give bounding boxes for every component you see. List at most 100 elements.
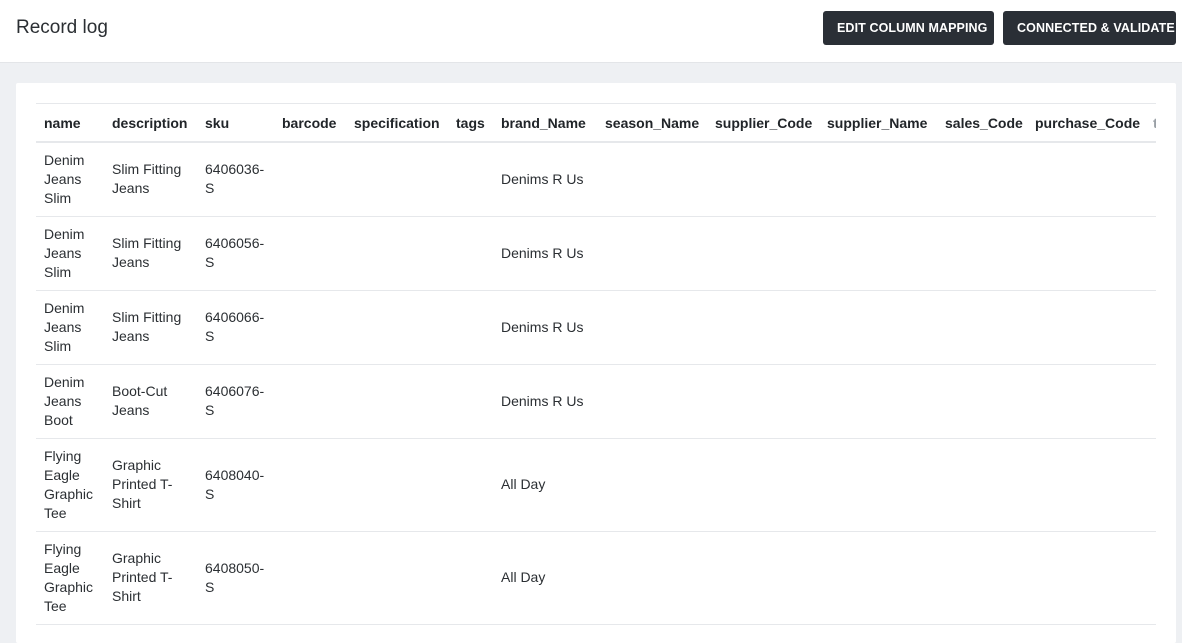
- cell-supplier-code: [707, 141, 819, 217]
- cell-supplier-name: [819, 438, 937, 532]
- column-header-description[interactable]: description: [104, 103, 197, 143]
- cell-tags: [448, 531, 493, 625]
- cell-purchase-code: [1027, 364, 1145, 439]
- cell-barcode: [274, 216, 346, 291]
- table-row[interactable]: Flying Eagle Graphic Tee Graphic Printed…: [36, 438, 1156, 532]
- cell-supplier-code: [707, 438, 819, 532]
- cell-sku: 6406036-S: [197, 141, 274, 217]
- cell-sku: 6408040-S: [197, 438, 274, 532]
- cell-truncated: [1145, 531, 1156, 625]
- column-header-barcode[interactable]: barcode: [274, 103, 346, 143]
- cell-barcode: [274, 438, 346, 532]
- record-table-scroll[interactable]: name description sku barcode specificati…: [36, 103, 1156, 643]
- cell-brand-name: Denims R Us: [493, 216, 597, 291]
- cell-tags: [448, 438, 493, 532]
- cell-season-name: [597, 438, 707, 532]
- table-row[interactable]: Flying Eagle Graphic Tee Graphic Printed…: [36, 531, 1156, 625]
- cell-name: Denim Jeans Slim: [36, 141, 104, 217]
- cell-supplier-name: [819, 216, 937, 291]
- column-header-tags[interactable]: tags: [448, 103, 493, 143]
- cell-tags: [448, 290, 493, 365]
- cell-supplier-code: [707, 216, 819, 291]
- cell-supplier-code: [707, 531, 819, 625]
- cell-purchase-code: [1027, 141, 1145, 217]
- cell-sku: 6406056-S: [197, 216, 274, 291]
- cell-name: Denim Jeans Boot: [36, 364, 104, 439]
- cell-description: Slim Fitting Jeans: [104, 290, 197, 365]
- cell-tags: [448, 141, 493, 217]
- cell-purchase-code: [1027, 438, 1145, 532]
- cell-purchase-code: [1027, 290, 1145, 365]
- cell-name: Denim Jeans Slim: [36, 216, 104, 291]
- cell-truncated: [1145, 438, 1156, 532]
- cell-barcode: [274, 290, 346, 365]
- column-header-sku[interactable]: sku: [197, 103, 274, 143]
- cell-brand-name: All Day: [493, 438, 597, 532]
- cell-brand-name: All Day: [493, 531, 597, 625]
- cell-brand-name: Denims R Us: [493, 290, 597, 365]
- cell-barcode: [274, 141, 346, 217]
- column-header-truncated[interactable]: t: [1145, 103, 1156, 143]
- cell-description: Graphic Printed T-Shirt: [104, 531, 197, 625]
- cell-barcode: [274, 364, 346, 439]
- top-bar: Record log EDIT COLUMN MAPPING CONNECTED…: [0, 0, 1182, 63]
- column-header-purchase-code[interactable]: purchase_Code: [1027, 103, 1145, 143]
- column-header-specification[interactable]: specification: [346, 103, 448, 143]
- record-log-card: name description sku barcode specificati…: [16, 83, 1176, 643]
- cell-specification: [346, 438, 448, 532]
- cell-sales-code: [937, 438, 1027, 532]
- cell-sales-code: [937, 531, 1027, 625]
- cell-sku: 6408050-S: [197, 531, 274, 625]
- cell-truncated: [1145, 290, 1156, 365]
- cell-tags: [448, 216, 493, 291]
- cell-supplier-name: [819, 141, 937, 217]
- cell-supplier-name: [819, 364, 937, 439]
- table-row[interactable]: Denim Jeans Slim Slim Fitting Jeans 6406…: [36, 216, 1156, 291]
- column-header-supplier-code[interactable]: supplier_Code: [707, 103, 819, 143]
- column-header-supplier-name[interactable]: supplier_Name: [819, 103, 937, 143]
- cell-description: Boot-Cut Jeans: [104, 364, 197, 439]
- table-header-row: name description sku barcode specificati…: [36, 103, 1156, 143]
- cell-description: Graphic Printed T-Shirt: [104, 438, 197, 532]
- cell-season-name: [597, 364, 707, 439]
- cell-specification: [346, 141, 448, 217]
- cell-supplier-name: [819, 531, 937, 625]
- cell-supplier-code: [707, 290, 819, 365]
- column-header-name[interactable]: name: [36, 103, 104, 143]
- cell-description: Slim Fitting Jeans: [104, 216, 197, 291]
- column-header-brand-name[interactable]: brand_Name: [493, 103, 597, 143]
- cell-specification: [346, 531, 448, 625]
- cell-name: Denim Jeans Slim: [36, 290, 104, 365]
- column-header-sales-code[interactable]: sales_Code: [937, 103, 1027, 143]
- cell-name: Flying Eagle Graphic Tee: [36, 438, 104, 532]
- record-table: name description sku barcode specificati…: [36, 103, 1156, 625]
- cell-specification: [346, 290, 448, 365]
- cell-supplier-code: [707, 364, 819, 439]
- cell-name: Flying Eagle Graphic Tee: [36, 531, 104, 625]
- cell-sales-code: [937, 290, 1027, 365]
- connected-validate-button[interactable]: CONNECTED & VALIDATE: [1003, 11, 1176, 45]
- cell-sales-code: [937, 141, 1027, 217]
- cell-barcode: [274, 531, 346, 625]
- cell-brand-name: Denims R Us: [493, 141, 597, 217]
- cell-season-name: [597, 141, 707, 217]
- cell-sku: 6406076-S: [197, 364, 274, 439]
- cell-sales-code: [937, 364, 1027, 439]
- cell-brand-name: Denims R Us: [493, 364, 597, 439]
- page-title: Record log: [16, 17, 108, 38]
- cell-description: Slim Fitting Jeans: [104, 141, 197, 217]
- cell-truncated: [1145, 364, 1156, 439]
- cell-truncated: [1145, 141, 1156, 217]
- cell-season-name: [597, 531, 707, 625]
- cell-sku: 6406066-S: [197, 290, 274, 365]
- table-row[interactable]: Denim Jeans Boot Boot-Cut Jeans 6406076-…: [36, 364, 1156, 439]
- column-header-season-name[interactable]: season_Name: [597, 103, 707, 143]
- table-row[interactable]: Denim Jeans Slim Slim Fitting Jeans 6406…: [36, 141, 1156, 217]
- cell-season-name: [597, 290, 707, 365]
- cell-truncated: [1145, 216, 1156, 291]
- cell-purchase-code: [1027, 531, 1145, 625]
- cell-purchase-code: [1027, 216, 1145, 291]
- edit-column-mapping-button[interactable]: EDIT COLUMN MAPPING: [823, 11, 994, 45]
- cell-supplier-name: [819, 290, 937, 365]
- table-row[interactable]: Denim Jeans Slim Slim Fitting Jeans 6406…: [36, 290, 1156, 365]
